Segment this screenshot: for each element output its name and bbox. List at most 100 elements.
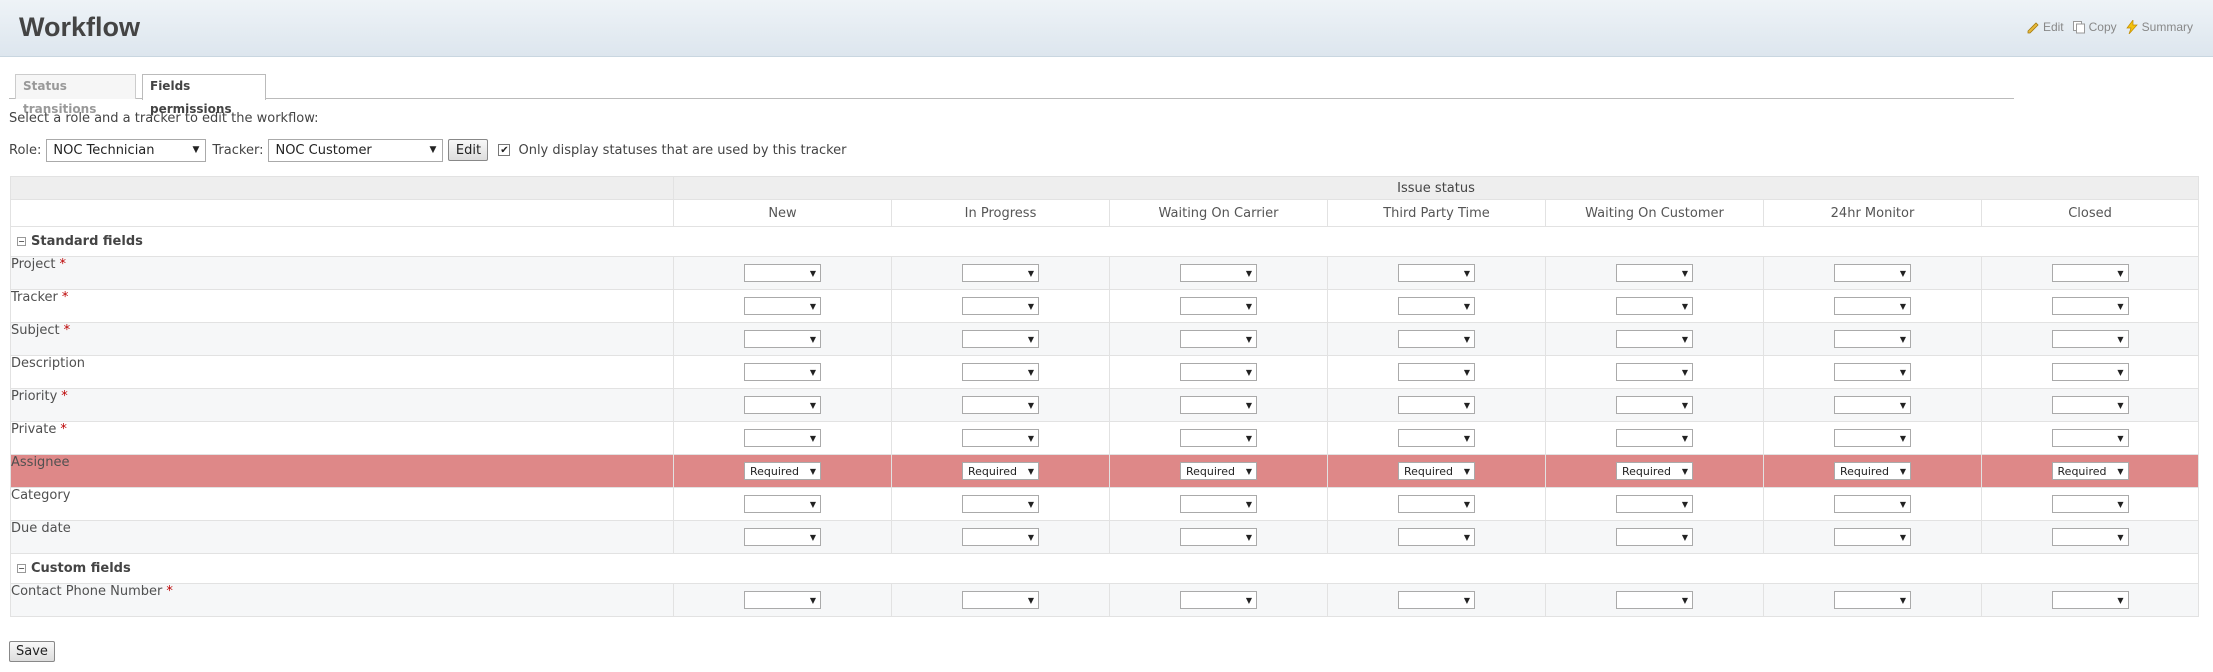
permission-cell: ▼	[1109, 289, 1328, 323]
permission-select[interactable]: ▼	[1180, 591, 1257, 609]
permission-cell: ▼	[1545, 289, 1764, 323]
collapse-icon[interactable]: −	[17, 564, 26, 573]
permission-select[interactable]: ▼	[2051, 396, 2129, 414]
permission-select[interactable]: ▼	[1398, 495, 1475, 513]
permission-select[interactable]: ▼	[1180, 330, 1257, 348]
permission-select[interactable]: ▼	[2051, 495, 2129, 513]
edit-link[interactable]: Edit	[2026, 20, 2064, 34]
permission-select[interactable]: ▼	[2051, 429, 2129, 447]
permission-cell: ▼	[1109, 322, 1328, 356]
permission-select[interactable]: ▼	[1834, 264, 1911, 282]
permission-select[interactable]: ▼	[1616, 591, 1693, 609]
permission-select[interactable]: Required ▼	[744, 462, 821, 480]
field-group-header[interactable]: − Custom fields	[9, 553, 2200, 584]
permission-select[interactable]: ▼	[1834, 330, 1911, 348]
summary-link[interactable]: Summary	[2125, 20, 2193, 34]
permission-select[interactable]: ▼	[2051, 330, 2129, 348]
permission-select[interactable]: ▼	[744, 363, 821, 381]
permission-select[interactable]: ▼	[1398, 297, 1475, 315]
permission-select[interactable]: ▼	[2051, 297, 2129, 315]
permission-select[interactable]: Required ▼	[1398, 462, 1475, 480]
permission-select[interactable]: ▼	[1616, 264, 1693, 282]
permission-select[interactable]: ▼	[744, 591, 821, 609]
permission-select[interactable]: ▼	[1834, 429, 1911, 447]
permission-select[interactable]: ▼	[2051, 591, 2129, 609]
permission-select[interactable]: ▼	[1616, 528, 1693, 546]
permission-select[interactable]: ▼	[1616, 429, 1693, 447]
permission-select[interactable]: ▼	[1834, 591, 1911, 609]
chevron-down-icon: ▼	[2117, 334, 2124, 344]
permission-cell: ▼	[1763, 289, 1982, 323]
permission-select[interactable]: ▼	[1398, 264, 1475, 282]
permission-select[interactable]: ▼	[962, 330, 1039, 348]
permission-select[interactable]: ▼	[744, 396, 821, 414]
permission-select[interactable]: ▼	[744, 528, 821, 546]
permission-select[interactable]: ▼	[1398, 591, 1475, 609]
permission-select[interactable]: ▼	[1398, 528, 1475, 546]
only-used-statuses-checkbox[interactable]: ✔	[498, 144, 511, 156]
permission-select[interactable]: ▼	[1180, 528, 1257, 546]
chevron-down-icon: ▼	[1463, 367, 1470, 377]
permission-cell: ▼	[891, 583, 1110, 617]
required-marker: *	[60, 422, 67, 438]
permission-select[interactable]: ▼	[1834, 528, 1911, 546]
permission-select[interactable]: Required ▼	[1180, 462, 1257, 480]
permission-select[interactable]: ▼	[962, 528, 1039, 546]
permission-select[interactable]: ▼	[1398, 363, 1475, 381]
chevron-down-icon: ▼	[1027, 268, 1034, 278]
copy-link[interactable]: Copy	[2072, 20, 2117, 34]
permission-select[interactable]: Required ▼	[1616, 462, 1693, 480]
permission-select[interactable]: ▼	[1180, 363, 1257, 381]
permission-select[interactable]: ▼	[1834, 396, 1911, 414]
permission-select[interactable]: ▼	[1834, 297, 1911, 315]
permission-select[interactable]: ▼	[744, 264, 821, 282]
permission-select[interactable]: ▼	[962, 591, 1039, 609]
permission-select[interactable]: ▼	[1398, 396, 1475, 414]
field-group-header[interactable]: − Standard fields	[9, 226, 2200, 257]
permission-select[interactable]: ▼	[1180, 264, 1257, 282]
permission-select[interactable]: ▼	[1398, 429, 1475, 447]
permission-select[interactable]: ▼	[962, 429, 1039, 447]
permission-select[interactable]: ▼	[2051, 363, 2129, 381]
field-name-cell: Description	[10, 355, 674, 389]
permission-select[interactable]: ▼	[1180, 495, 1257, 513]
permission-select[interactable]: ▼	[2051, 264, 2129, 282]
chevron-down-icon: ▼	[809, 301, 816, 311]
role-select[interactable]: NOC Technician ▼	[46, 138, 207, 162]
chevron-down-icon: ▼	[1245, 367, 1252, 377]
permission-select[interactable]: ▼	[1834, 363, 1911, 381]
permission-select[interactable]: ▼	[1180, 429, 1257, 447]
permission-select[interactable]: ▼	[744, 297, 821, 315]
save-button[interactable]: Save	[9, 641, 55, 662]
permission-cell: ▼	[1327, 583, 1546, 617]
permission-select[interactable]: ▼	[744, 429, 821, 447]
permission-select[interactable]: ▼	[962, 363, 1039, 381]
permission-select[interactable]: ▼	[1616, 495, 1693, 513]
permission-cell: ▼	[1327, 322, 1546, 356]
permission-select[interactable]: ▼	[962, 297, 1039, 315]
tab-fields-permissions[interactable]: Fields permissions	[142, 74, 266, 116]
tracker-select[interactable]: NOC Customer ▼	[268, 138, 444, 162]
permission-cell: ▼	[1109, 421, 1328, 455]
chevron-down-icon: ▼	[1463, 301, 1470, 311]
permission-select[interactable]: ▼	[962, 495, 1039, 513]
permission-select[interactable]: ▼	[1180, 396, 1257, 414]
tab-status-transitions[interactable]: Status transitions	[15, 74, 136, 116]
permission-select[interactable]: Required ▼	[2051, 462, 2129, 480]
permission-select[interactable]: ▼	[1616, 330, 1693, 348]
permission-select[interactable]: Required ▼	[1834, 462, 1911, 480]
permission-select[interactable]: ▼	[1616, 297, 1693, 315]
permission-select[interactable]: ▼	[1616, 363, 1693, 381]
permission-select[interactable]: Required ▼	[962, 462, 1039, 480]
permission-select[interactable]: ▼	[962, 264, 1039, 282]
permission-select[interactable]: ▼	[962, 396, 1039, 414]
permission-select[interactable]: ▼	[744, 495, 821, 513]
permission-select[interactable]: ▼	[1180, 297, 1257, 315]
permission-select[interactable]: ▼	[1834, 495, 1911, 513]
permission-select[interactable]: ▼	[1616, 396, 1693, 414]
permission-select[interactable]: ▼	[2051, 528, 2129, 546]
permission-select[interactable]: ▼	[744, 330, 821, 348]
collapse-icon[interactable]: −	[17, 237, 26, 246]
edit-button[interactable]: Edit	[448, 139, 489, 161]
permission-select[interactable]: ▼	[1398, 330, 1475, 348]
